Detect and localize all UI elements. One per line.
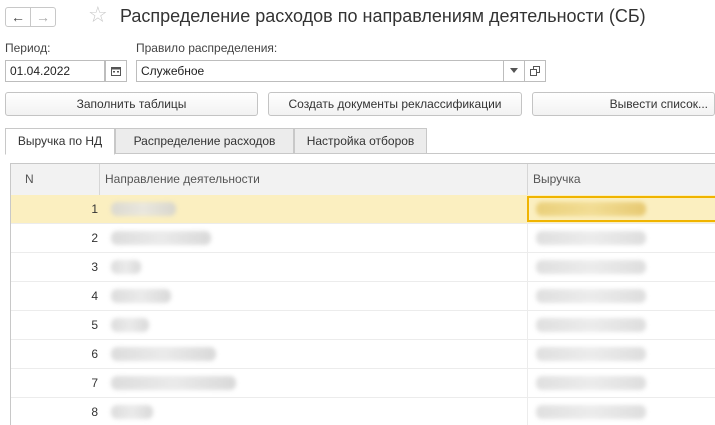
- row-number: 5: [91, 318, 98, 332]
- redacted-direction: [111, 260, 141, 274]
- create-reclass-docs-button[interactable]: Создать документы реклассификации: [268, 92, 522, 116]
- arrow-right-icon: →: [36, 9, 50, 25]
- table-row[interactable]: 8: [11, 398, 715, 425]
- calendar-button[interactable]: [105, 60, 127, 82]
- redacted-revenue: [536, 347, 646, 361]
- redacted-revenue: [536, 405, 646, 419]
- redacted-direction: [111, 318, 149, 332]
- redacted-direction: [111, 231, 211, 245]
- row-number: 4: [91, 289, 98, 303]
- redacted-revenue: [536, 376, 646, 390]
- rule-label: Правило распределения:: [136, 41, 278, 55]
- calendar-icon: [111, 67, 121, 76]
- output-list-button[interactable]: Вывести список...: [532, 92, 715, 116]
- column-header-n[interactable]: N: [19, 164, 99, 195]
- period-input[interactable]: 01.04.2022: [5, 60, 105, 82]
- tab-filter-settings[interactable]: Настройка отборов: [294, 128, 427, 154]
- row-number: 7: [91, 376, 98, 390]
- row-number: 1: [91, 202, 98, 216]
- row-number: 8: [91, 405, 98, 419]
- table-row[interactable]: 3: [11, 253, 715, 282]
- favorite-star-icon[interactable]: ☆: [88, 3, 108, 27]
- row-number: 6: [91, 347, 98, 361]
- redacted-revenue: [536, 289, 646, 303]
- row-number: 3: [91, 260, 98, 274]
- redacted-direction: [111, 202, 176, 216]
- fill-tables-button[interactable]: Заполнить таблицы: [5, 92, 258, 116]
- redacted-direction: [111, 289, 171, 303]
- page-title: Распределение расходов по направлениям д…: [120, 6, 646, 26]
- column-header-revenue[interactable]: Выручка: [527, 164, 715, 195]
- redacted-direction: [111, 405, 153, 419]
- tab-revenue[interactable]: Выручка по НД: [5, 128, 115, 155]
- row-number: 2: [91, 231, 98, 245]
- redacted-revenue: [536, 202, 646, 216]
- table-header: N Направление деятельности Выручка: [11, 164, 715, 196]
- back-button[interactable]: ←: [5, 7, 31, 27]
- redacted-direction: [111, 376, 236, 390]
- redacted-revenue: [536, 318, 646, 332]
- table-row[interactable]: 5: [11, 311, 715, 340]
- redacted-revenue: [536, 260, 646, 274]
- rule-dropdown-button[interactable]: [503, 60, 525, 82]
- table-row[interactable]: 6: [11, 340, 715, 369]
- tab-bar: Выручка по НД Распределение расходов Нас…: [5, 128, 715, 155]
- rule-open-button[interactable]: [524, 60, 546, 82]
- table-row[interactable]: 2: [11, 224, 715, 253]
- redacted-direction: [111, 347, 216, 361]
- table-row[interactable]: 7: [11, 369, 715, 398]
- open-window-icon: [530, 66, 540, 76]
- window-header: ← → ☆ Распределение расходов по направле…: [0, 0, 715, 36]
- forward-button[interactable]: →: [30, 7, 56, 27]
- revenue-table: N Направление деятельности Выручка 1 2 3…: [10, 163, 715, 425]
- redacted-revenue: [536, 231, 646, 245]
- arrow-left-icon: ←: [11, 9, 25, 25]
- table-row[interactable]: 4: [11, 282, 715, 311]
- period-label: Период:: [5, 41, 51, 55]
- chevron-down-icon: [510, 68, 518, 73]
- table-row[interactable]: 1: [11, 195, 715, 224]
- column-header-direction[interactable]: Направление деятельности: [99, 164, 527, 195]
- rule-input[interactable]: Служебное: [136, 60, 504, 82]
- tab-cost-distribution[interactable]: Распределение расходов: [115, 128, 294, 154]
